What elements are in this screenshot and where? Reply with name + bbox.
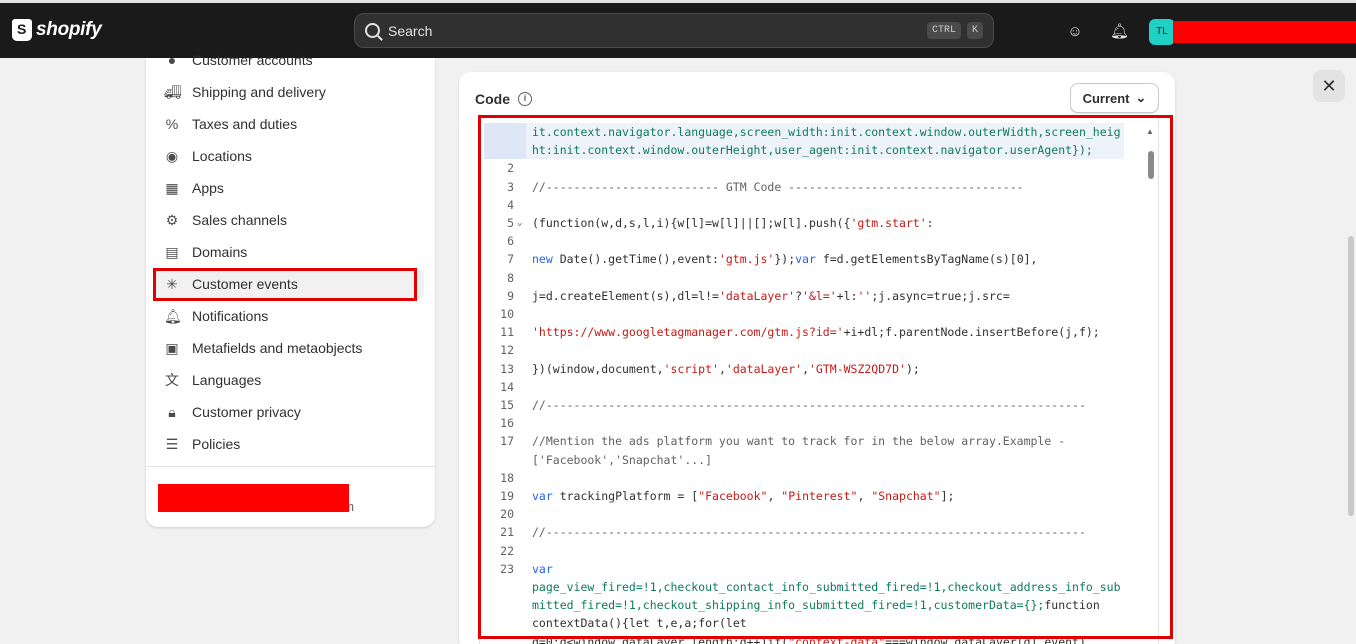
truck-icon: 🚚︎: [164, 84, 182, 100]
sidebar-item-customer-accounts[interactable]: ● Customer accounts: [156, 45, 424, 75]
brand-name: shopify: [36, 19, 102, 40]
domain-icon: ▤: [165, 244, 179, 260]
sidebar-item-locations[interactable]: ◉ Locations: [156, 141, 424, 171]
sidebar-item-shipping-and-delivery[interactable]: 🚚︎ Shipping and delivery: [156, 77, 424, 107]
sidebar-item-label: Metafields and metaobjects: [192, 340, 363, 356]
language-icon: 文: [165, 372, 179, 388]
avatar[interactable]: TL: [1149, 19, 1175, 45]
highlight-code-editor: [478, 115, 1173, 639]
page-scrollbar[interactable]: [1348, 236, 1354, 516]
redacted-account-email: [158, 484, 349, 512]
lock-icon: 🔒︎: [168, 404, 176, 420]
metafields-icon: ▣: [165, 340, 179, 356]
sidebar-item-label: Customer privacy: [192, 404, 301, 420]
sales-channels-icon: ⚙: [165, 212, 179, 228]
sidebar-item-label: Locations: [192, 148, 252, 164]
sidebar-item-apps[interactable]: ▦ Apps: [156, 173, 424, 203]
info-icon[interactable]: i: [518, 92, 532, 106]
bell-icon: 🔔︎: [164, 308, 182, 324]
redacted-store-name: [1173, 21, 1356, 43]
sidebar-item-label: Notifications: [192, 308, 269, 324]
sidebar-item-label: Customer accounts: [192, 52, 313, 68]
highlight-customer-events: [153, 268, 417, 301]
divider: [146, 466, 435, 467]
sidebar-item-notifications[interactable]: 🔔︎ Notifications: [156, 301, 424, 331]
sidebar-item-label: Policies: [192, 436, 241, 452]
version-select-button[interactable]: Current ⌄: [1070, 83, 1159, 113]
apps-grid-icon: ▦: [165, 180, 179, 196]
policy-icon: ☰: [165, 436, 179, 452]
code-title: Code i: [475, 91, 532, 107]
tax-bag-icon: %: [165, 116, 179, 132]
location-pin-icon: ◉: [165, 148, 179, 164]
sidebar-item-label: Taxes and duties: [192, 116, 298, 132]
sidebar-item-taxes-and-duties[interactable]: % Taxes and duties: [156, 109, 424, 139]
sidebar-item-sales-channels[interactable]: ⚙ Sales channels: [156, 205, 424, 235]
sidekick-icon[interactable]: ☺: [1066, 23, 1084, 41]
person-icon: ●: [167, 52, 177, 68]
sidebar-item-policies[interactable]: ☰ Policies: [156, 429, 424, 459]
sidebar-item-label: Domains: [192, 244, 248, 260]
close-icon: ✕: [1321, 76, 1337, 96]
sidebar-item-metafields-and-metaobjects[interactable]: ▣ Metafields and metaobjects: [156, 333, 424, 363]
search-icon: [365, 23, 380, 38]
sidebar-item-domains[interactable]: ▤ Domains: [156, 237, 424, 267]
code-title-text: Code: [475, 91, 510, 107]
sidebar-item-label: Apps: [192, 180, 224, 196]
sidebar-item-label: Languages: [192, 372, 262, 388]
shortcut-ctrl-key: CTRL: [926, 22, 961, 39]
bell-icon[interactable]: 🔔︎: [1110, 23, 1129, 41]
version-label: Current: [1082, 90, 1130, 106]
search-bar[interactable]: Search CTRL K: [354, 13, 994, 48]
chevron-down-icon: ⌄: [1135, 90, 1147, 105]
shopify-logo[interactable]: shopify: [12, 19, 102, 41]
search-placeholder: Search: [388, 22, 433, 39]
close-button[interactable]: ✕: [1313, 70, 1345, 102]
shopify-bag-icon: [12, 19, 32, 41]
shortcut-k-key: K: [966, 22, 983, 39]
sidebar-item-label: Sales channels: [192, 212, 287, 228]
sidebar-item-customer-privacy[interactable]: 🔒︎ Customer privacy: [156, 397, 424, 427]
sidebar-item-label: Shipping and delivery: [192, 84, 326, 100]
sidebar-item-languages[interactable]: 文 Languages: [156, 365, 424, 395]
